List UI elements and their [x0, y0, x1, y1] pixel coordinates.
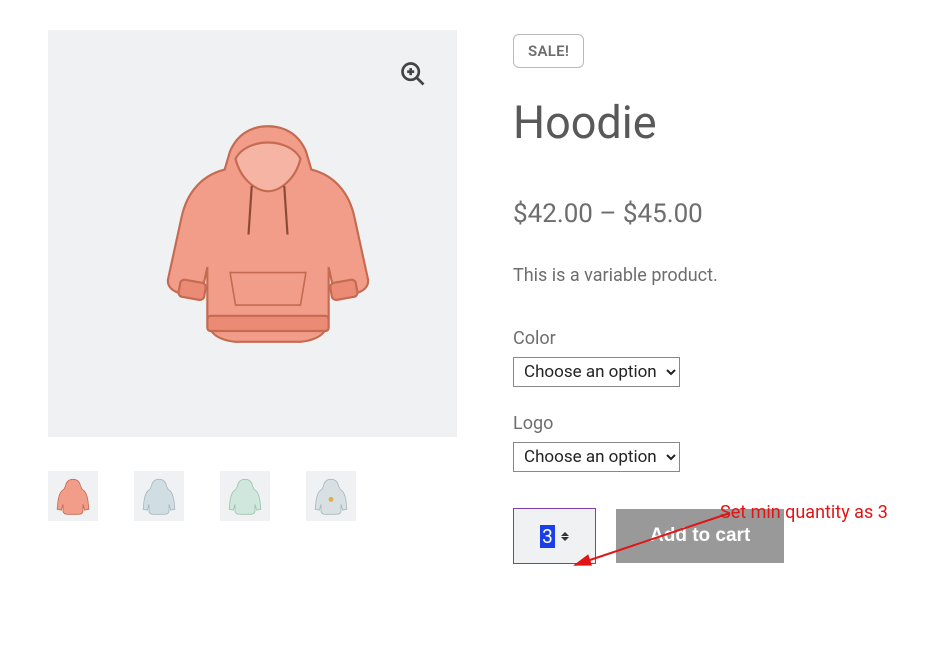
- add-to-cart-row: 3 Add to cart: [513, 508, 896, 564]
- color-select[interactable]: Choose an option: [513, 357, 680, 387]
- product-price: $42.00 – $45.00: [513, 199, 896, 229]
- product-gallery: [48, 30, 457, 564]
- thumbnail-row: [48, 471, 457, 521]
- variation-color: Color Choose an option: [513, 328, 896, 387]
- variation-logo: Logo Choose an option: [513, 413, 896, 472]
- quantity-value: 3: [540, 525, 555, 548]
- product-summary: SALE! Hoodie $42.00 – $45.00 This is a v…: [513, 30, 896, 564]
- product-description: This is a variable product.: [513, 265, 896, 286]
- thumbnail-4[interactable]: [306, 471, 356, 521]
- logo-select[interactable]: Choose an option: [513, 442, 680, 472]
- quantity-stepper[interactable]: 3: [513, 508, 596, 564]
- product-title: Hoodie: [513, 96, 896, 149]
- hoodie-illustration: [158, 110, 378, 370]
- color-label: Color: [513, 328, 896, 349]
- add-to-cart-button[interactable]: Add to cart: [616, 509, 784, 563]
- logo-label: Logo: [513, 413, 896, 434]
- chevron-up-icon[interactable]: [561, 532, 569, 536]
- thumbnail-2[interactable]: [134, 471, 184, 521]
- zoom-icon[interactable]: [399, 60, 427, 88]
- thumbnail-1[interactable]: [48, 471, 98, 521]
- sale-badge: SALE!: [513, 34, 584, 68]
- chevron-down-icon[interactable]: [561, 537, 569, 541]
- thumbnail-3[interactable]: [220, 471, 270, 521]
- product-main-image[interactable]: [48, 30, 457, 437]
